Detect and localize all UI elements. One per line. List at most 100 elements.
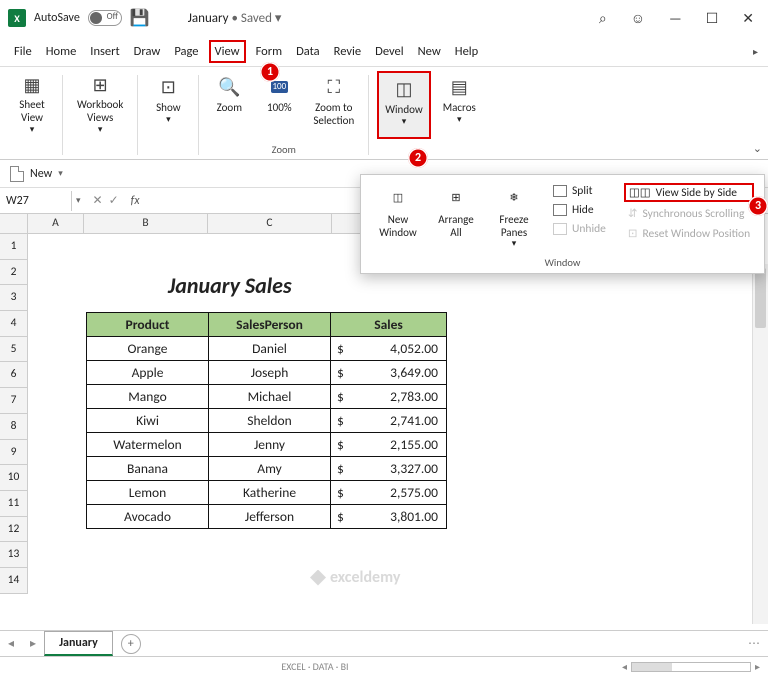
table-row: LemonKatherine2,575.00 xyxy=(87,481,447,505)
cells-area[interactable]: January Sales Product SalesPerson Sales … xyxy=(28,234,768,614)
view-side-by-side-button[interactable]: ◫◫View Side by Side xyxy=(624,183,754,202)
th-salesperson: SalesPerson xyxy=(209,313,331,337)
row-header[interactable]: 12 xyxy=(0,517,28,543)
excel-logo-icon: X xyxy=(8,9,26,27)
show-button[interactable]: ⊡Show▾ xyxy=(146,71,190,139)
sync-scroll-icon: ⇵ xyxy=(628,206,638,221)
macros-icon: ▤ xyxy=(447,75,471,99)
ribbon-collapse-icon[interactable]: ⌄ xyxy=(753,142,762,155)
enter-formula-icon[interactable]: ✓ xyxy=(109,193,119,208)
split-icon xyxy=(553,185,567,197)
hide-icon xyxy=(553,204,567,216)
sheet-nav-prev-icon[interactable]: ◂ xyxy=(0,636,22,651)
table-header-row: Product SalesPerson Sales xyxy=(87,313,447,337)
row-header[interactable]: 13 xyxy=(0,542,28,568)
row-header[interactable]: 6 xyxy=(0,362,28,388)
new-doc-icon[interactable] xyxy=(10,166,24,182)
tab-review[interactable]: Revie xyxy=(330,40,365,63)
sheet-view-button[interactable]: ▦Sheet View▾ xyxy=(10,71,54,139)
horizontal-scrollbar[interactable]: ◂▸ xyxy=(622,660,760,673)
tab-data[interactable]: Data xyxy=(292,40,324,63)
tab-developer[interactable]: Devel xyxy=(371,40,407,63)
freeze-panes-button[interactable]: ❄Freeze Panes▾ xyxy=(485,183,543,252)
tab-formulas[interactable]: Form xyxy=(252,40,287,63)
row-header[interactable]: 2 xyxy=(0,260,28,286)
zoom-selection-button[interactable]: ⛶Zoom to Selection xyxy=(307,71,360,139)
th-product: Product xyxy=(87,313,209,337)
sheet-tabs-bar: ◂ ▸ January + ⋯ xyxy=(0,630,768,656)
arrange-all-button[interactable]: ⊞Arrange All xyxy=(427,183,485,241)
workbook-views-button[interactable]: ⊞Workbook Views▾ xyxy=(71,71,129,139)
tab-insert[interactable]: Insert xyxy=(86,40,123,63)
sheet-tab-january[interactable]: January xyxy=(44,631,113,656)
col-header-c[interactable]: C xyxy=(208,214,332,234)
freeze-panes-icon: ❄ xyxy=(501,185,527,211)
row-header[interactable]: 1 xyxy=(0,234,28,260)
saved-status: Saved xyxy=(241,11,272,26)
hide-button[interactable]: Hide xyxy=(549,202,610,218)
tab-page[interactable]: Page xyxy=(170,40,202,63)
row-header[interactable]: 9 xyxy=(0,440,28,466)
tab-view[interactable]: View xyxy=(209,40,246,63)
doc-name: January xyxy=(188,11,229,26)
row-header[interactable]: 4 xyxy=(0,311,28,337)
search-icon[interactable]: ⌕ xyxy=(599,10,607,27)
ribbon: ▦Sheet View▾ ⊞Workbook Views▾ ⊡Show▾ 🔍Zo… xyxy=(0,66,768,160)
zoom-100-button[interactable]: 100100% xyxy=(257,71,301,139)
user-icon[interactable]: ☺ xyxy=(631,10,645,27)
vertical-scrollbar[interactable] xyxy=(752,264,768,624)
namebox-dropdown-icon[interactable]: ▾ xyxy=(72,195,85,206)
fx-icon[interactable]: fx xyxy=(127,194,144,208)
th-sales: Sales xyxy=(331,313,447,337)
table-row: AppleJoseph3,649.00 xyxy=(87,361,447,385)
add-sheet-button[interactable]: + xyxy=(121,634,141,654)
name-box[interactable]: W27 xyxy=(0,191,72,211)
col-header-b[interactable]: B xyxy=(84,214,208,234)
zoom-button[interactable]: 🔍Zoom xyxy=(207,71,251,139)
synchronous-scrolling-button: ⇵Synchronous Scrolling xyxy=(624,205,754,222)
zoom-group-label: Zoom xyxy=(272,141,296,158)
row-header[interactable]: 5 xyxy=(0,337,28,363)
row-header[interactable]: 8 xyxy=(0,414,28,440)
sheet-nav-next-icon[interactable]: ▸ xyxy=(22,636,44,651)
window-button[interactable]: ◫Window▾ xyxy=(377,71,431,139)
unhide-icon xyxy=(553,223,567,235)
row-header[interactable]: 11 xyxy=(0,491,28,517)
tabs-overflow-icon[interactable]: ▸ xyxy=(753,45,758,58)
new-label[interactable]: New xyxy=(30,167,52,181)
new-window-button[interactable]: ◫New Window xyxy=(369,183,427,241)
data-table: Product SalesPerson Sales OrangeDaniel4,… xyxy=(86,312,447,529)
new-window-icon: ◫ xyxy=(385,185,411,211)
row-header[interactable]: 7 xyxy=(0,388,28,414)
sheet-overflow-icon[interactable]: ⋯ xyxy=(748,636,768,651)
autosave-toggle[interactable] xyxy=(88,10,122,26)
tab-file[interactable]: File xyxy=(10,40,36,63)
tab-draw[interactable]: Draw xyxy=(130,40,165,63)
tab-home[interactable]: Home xyxy=(42,40,81,63)
row-header[interactable]: 14 xyxy=(0,568,28,594)
row-header[interactable]: 3 xyxy=(0,285,28,311)
tab-new[interactable]: New xyxy=(414,40,445,63)
minimize-button[interactable]: — xyxy=(669,10,682,27)
tab-help[interactable]: Help xyxy=(451,40,482,63)
qat-dropdown-icon[interactable]: ▾ xyxy=(58,168,63,179)
maximize-button[interactable]: ☐ xyxy=(706,10,719,27)
select-all-cell[interactable] xyxy=(0,214,28,234)
macros-button[interactable]: ▤Macros▾ xyxy=(437,71,482,139)
close-button[interactable]: ✕ xyxy=(742,10,754,27)
side-by-side-icon: ◫◫ xyxy=(629,185,651,200)
table-row: OrangeDaniel4,052.00 xyxy=(87,337,447,361)
table-row: KiwiSheldon2,741.00 xyxy=(87,409,447,433)
zoom-selection-icon: ⛶ xyxy=(322,75,346,99)
zoom-icon: 🔍 xyxy=(217,75,241,99)
col-header-a[interactable]: A xyxy=(28,214,84,234)
document-title[interactable]: January • Saved ▾ xyxy=(188,11,282,26)
cancel-formula-icon[interactable]: ✕ xyxy=(93,193,103,208)
save-icon[interactable]: 💾 xyxy=(130,8,150,28)
split-button[interactable]: Split xyxy=(549,183,610,199)
row-header[interactable]: 10 xyxy=(0,465,28,491)
callout-2: 2 xyxy=(408,148,428,168)
table-row: AvocadoJefferson3,801.00 xyxy=(87,505,447,529)
workbook-views-icon: ⊞ xyxy=(88,75,112,96)
unhide-button: Unhide xyxy=(549,221,610,237)
